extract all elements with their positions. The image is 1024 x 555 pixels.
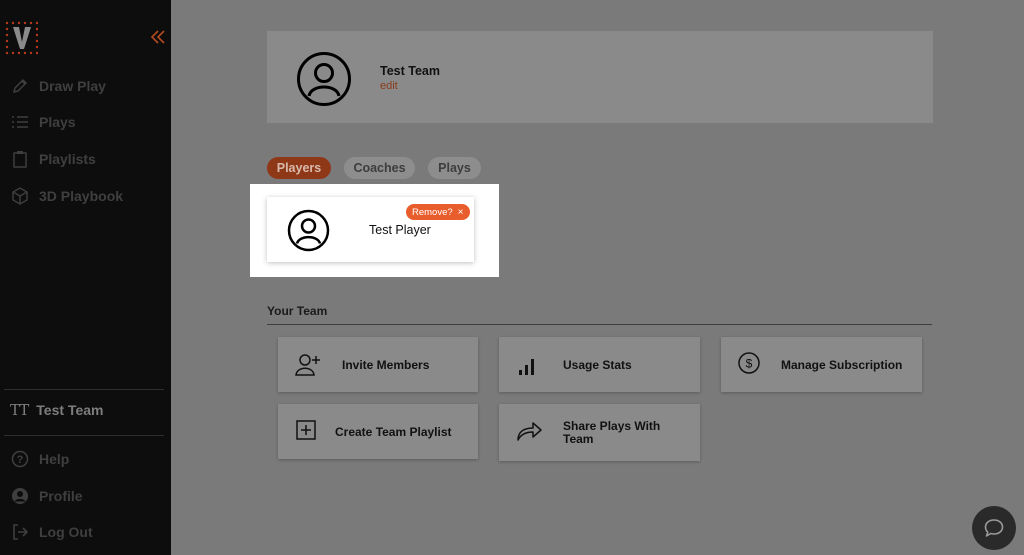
sidebar-item-profile[interactable]: Profile [10, 484, 83, 508]
user-icon [10, 486, 30, 506]
pencil-icon [10, 76, 30, 96]
sidebar-item-label: Help [39, 451, 70, 467]
dollar-icon: $ [737, 351, 765, 379]
team-label: Test Team [36, 402, 104, 418]
tile-label: Usage Stats [563, 358, 632, 372]
team-header-card: Test Team edit [267, 31, 933, 123]
tile-label: Manage Subscription [781, 358, 903, 372]
player-name: Test Player [369, 223, 431, 237]
player-avatar-icon [287, 209, 330, 252]
sidebar-item-logout[interactable]: Log Out [10, 520, 93, 544]
team-avatar-icon [297, 52, 351, 106]
list-icon [10, 112, 30, 132]
tab-coaches[interactable]: Coaches [344, 157, 415, 179]
tab-plays[interactable]: Plays [428, 157, 481, 179]
sidebar-item-playlists[interactable]: Playlists [10, 147, 96, 171]
sidebar-item-draw-play[interactable]: Draw Play [10, 74, 106, 98]
close-icon: × [457, 206, 464, 218]
bar-chart-icon [515, 351, 543, 379]
tile-label: Invite Members [342, 358, 430, 372]
clipboard-icon [10, 149, 30, 169]
sidebar-item-label: Playlists [39, 151, 96, 167]
section-divider [267, 324, 932, 325]
logo-icon[interactable] [4, 20, 38, 56]
remove-player-button[interactable]: Remove? × [406, 204, 470, 220]
manage-subscription-button[interactable]: $ Manage Subscription [721, 337, 922, 392]
sidebar-item-label: Draw Play [39, 78, 106, 94]
sidebar-item-label: Plays [39, 114, 76, 130]
edit-team-link[interactable]: edit [380, 80, 398, 92]
sidebar-divider [4, 435, 164, 436]
sidebar-item-label: Profile [39, 488, 83, 504]
plus-square-icon [294, 418, 322, 446]
remove-label: Remove? [412, 206, 453, 218]
create-team-playlist-button[interactable]: Create Team Playlist [278, 404, 478, 459]
sidebar-divider [4, 389, 164, 390]
chat-button[interactable] [972, 506, 1016, 550]
invite-members-button[interactable]: Invite Members [278, 337, 478, 392]
usage-stats-button[interactable]: Usage Stats [499, 337, 700, 392]
tab-players[interactable]: Players [267, 157, 331, 179]
sidebar-item-help[interactable]: ? Help [10, 447, 69, 471]
player-card[interactable]: Test Player Remove? × [267, 197, 474, 262]
team-name: Test Team [380, 64, 440, 78]
share-icon [515, 417, 543, 445]
sidebar-item-3d-playbook[interactable]: 3D Playbook [10, 184, 123, 208]
sidebar-item-label: Log Out [39, 524, 93, 540]
add-user-icon [294, 351, 322, 379]
cube-icon [10, 186, 30, 206]
tile-label: Share Plays With Team [563, 419, 661, 446]
chat-bubble-icon [984, 519, 1004, 537]
svg-text:?: ? [17, 454, 24, 466]
sidebar-item-plays[interactable]: Plays [10, 110, 76, 134]
team-initials: TT [10, 401, 29, 419]
sidebar-team[interactable]: TT Test Team [10, 401, 103, 419]
sidebar: Draw Play Plays Playlists 3D Playbook TT… [0, 0, 171, 555]
tile-label: Create Team Playlist [335, 425, 452, 439]
share-plays-button[interactable]: Share Plays With Team [499, 404, 700, 461]
svg-text:$: $ [746, 357, 753, 371]
double-chevron-left-icon[interactable] [149, 28, 167, 46]
logout-icon [10, 522, 30, 542]
section-title: Your Team [267, 304, 328, 318]
sidebar-item-label: 3D Playbook [39, 188, 124, 204]
help-icon: ? [10, 449, 30, 469]
